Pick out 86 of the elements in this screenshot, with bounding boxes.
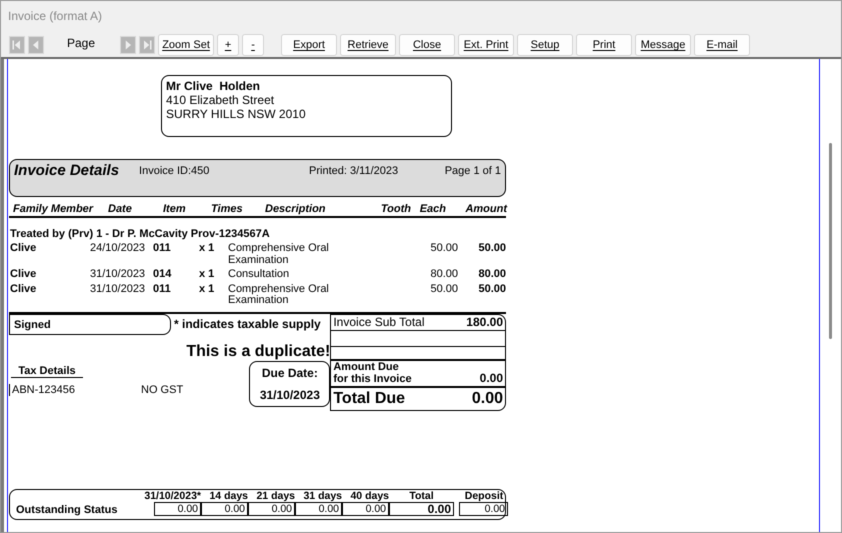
table-cell-text: 50.00 (477, 243, 506, 256)
toolbar-button[interactable]: Print (576, 34, 632, 56)
table-cell-text: Comprehensive Oral Examination (228, 284, 330, 306)
toolbar-button[interactable]: E-mail (694, 34, 750, 56)
period-heading: 31 days (303, 490, 342, 502)
table-cell-text: Clive (10, 284, 38, 296)
column-header: Family Member (13, 203, 94, 215)
balance-cell: 0.00 (154, 502, 201, 516)
tax-details-heading: Tax Details (11, 364, 83, 378)
table-cell-text: 80.00 (477, 269, 506, 280)
page-count: Page 1 of 1 (444, 165, 501, 177)
table-cell-text: 24/10/2023 (90, 243, 146, 256)
column-header: Amount (464, 203, 507, 215)
column-header: Times (211, 203, 244, 215)
balance-cell: 0.00 (459, 502, 508, 516)
skip-button[interactable] (9, 36, 25, 54)
balance-cell: 0.00 (295, 502, 342, 516)
window-title: Invoice (format A) (7, 8, 104, 25)
column-header: Tooth (380, 203, 411, 215)
balance-cell: 0.00 (201, 502, 248, 516)
page-label: Page (67, 36, 96, 50)
toolbar-button[interactable]: Ext. Print (458, 34, 514, 56)
column-header: Item (163, 203, 187, 215)
details-title: Invoice Details (14, 162, 120, 179)
printed-date: Printed: 3/11/2023 (309, 165, 400, 177)
table-cell-text: 011 (153, 284, 172, 296)
toolbar-button[interactable]: Close (399, 34, 456, 56)
balance-cell: 0.00 (248, 502, 295, 516)
table-cell-text: 50.00 (429, 284, 458, 296)
recipient-name: Mr Clive Holden (166, 79, 262, 93)
outstanding-label: Outstanding Status (16, 504, 118, 516)
scrollbar-thumb[interactable] (829, 143, 832, 339)
address-line: SURRY HILLS NSW 2010 (166, 107, 307, 121)
table-cell-text: 31/10/2023 (90, 269, 146, 280)
period-heading: 31/10/2023* (144, 490, 201, 502)
period-heading: Deposit (464, 490, 504, 502)
subtotal-label: Invoice Sub Total (333, 314, 425, 330)
amount-due-label: Amount Due for this Invoice (333, 360, 412, 384)
due-date: 31/10/2023 (258, 388, 321, 402)
right-triangle-icon (141, 38, 154, 52)
duplicate-notice: This is a duplicate! (185, 342, 330, 360)
table-cell-text: 80.00 (429, 269, 458, 280)
total-due-label: Total Due (333, 390, 406, 408)
step-button[interactable] (28, 36, 44, 54)
table-cell-text: Comprehensive Oral Examination (228, 243, 330, 266)
total-due-value: 0.00 (472, 390, 503, 408)
signature-box: Signed (9, 314, 171, 334)
table-cell-text: 011 (153, 243, 172, 256)
provider-heading: Treated by (Prv) 1 - Dr P. McCavity Prov-1234567A (9, 227, 271, 242)
taxable-note: * indicates taxable supply (174, 317, 321, 331)
table-cell-text: 31/10/2023 (90, 284, 146, 296)
period-heading: 14 days (209, 490, 248, 502)
toolbar-button[interactable]: Zoom Set (158, 34, 214, 56)
table-cell-text: Consultation (228, 269, 290, 280)
table-cell-text: 50.00 (429, 243, 458, 256)
toolbar-button[interactable]: - (242, 34, 264, 56)
toolbar-button[interactable]: Message (635, 34, 692, 56)
due-date-label: Due Date: (260, 366, 319, 380)
amount-due-value: 0.00 (480, 370, 503, 384)
gst-text: NO GST (141, 384, 184, 396)
table-cell-text: x 1 (199, 243, 216, 256)
column-header: Each (418, 203, 446, 215)
period-heading: Total (409, 490, 434, 502)
table-cell-text: x 1 (199, 269, 216, 280)
step-button[interactable] (120, 36, 136, 54)
subtotal-value: 180.00 (466, 314, 503, 330)
left-triangle-icon (11, 38, 23, 52)
toolbar-button[interactable]: Export (281, 34, 338, 56)
toolbar-button[interactable]: Setup (517, 34, 574, 56)
balance-cell: 0.00 (389, 502, 454, 516)
toolbar-button[interactable]: Retrieve (340, 34, 396, 56)
address-line: 410 Elizabeth Street (166, 93, 276, 107)
table-cell-text: 014 (153, 269, 172, 280)
period-heading: 21 days (256, 490, 295, 502)
balance-cell: 0.00 (342, 502, 389, 516)
invoice-id: Invoice ID:450 (139, 165, 210, 177)
table-cell-text: 50.00 (477, 284, 506, 296)
table-cell-text: Clive (10, 243, 38, 256)
skip-button[interactable] (139, 36, 156, 54)
abn-text: ABN-123456 (9, 384, 81, 396)
toolbar-button[interactable]: + (217, 34, 240, 56)
table-cell-text: x 1 (199, 284, 216, 296)
period-heading: 40 days (350, 490, 389, 502)
column-header: Date (108, 203, 133, 215)
table-cell-text: Clive (10, 269, 38, 280)
column-header: Description (265, 203, 327, 215)
